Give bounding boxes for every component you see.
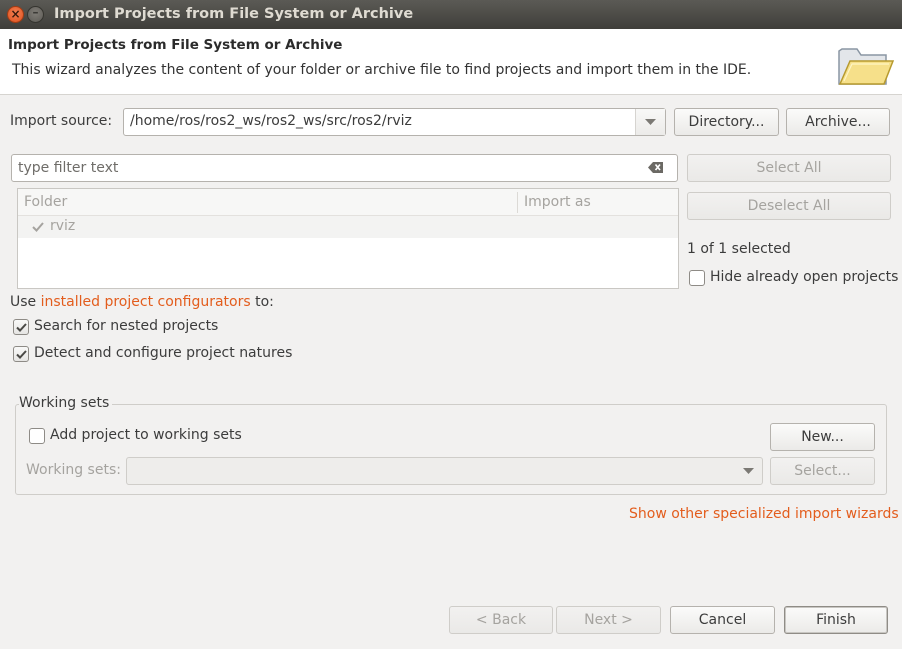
minimize-icon: – xyxy=(32,5,39,19)
wizard-title: Import Projects from File System or Arch… xyxy=(8,37,343,53)
close-window-button[interactable]: × xyxy=(7,6,24,23)
hide-open-projects-label[interactable]: Hide already open projects xyxy=(710,269,898,285)
chevron-down-icon xyxy=(743,468,754,474)
configurators-prefix: Use xyxy=(10,294,41,310)
cancel-button[interactable]: Cancel xyxy=(670,606,775,634)
next-button[interactable]: Next > xyxy=(556,606,661,634)
selected-count: 1 of 1 selected xyxy=(687,241,791,257)
wizard-description: This wizard analyzes the content of your… xyxy=(12,62,752,78)
import-source-label: Import source: xyxy=(10,113,113,129)
deselect-all-button[interactable]: Deselect All xyxy=(687,192,891,220)
select-all-button[interactable]: Select All xyxy=(687,154,891,182)
working-sets-combo[interactable] xyxy=(126,457,763,485)
minimize-window-button[interactable]: – xyxy=(27,5,44,23)
table-header: Folder Import as xyxy=(18,189,678,216)
row-folder-name: rviz xyxy=(50,218,76,234)
configurators-line: Use installed project configurators to: xyxy=(10,294,274,310)
title-bar: × – Import Projects from File System or … xyxy=(0,0,902,29)
new-working-set-button[interactable]: New... xyxy=(770,423,875,451)
search-nested-checkbox[interactable] xyxy=(13,319,29,335)
open-folder-icon xyxy=(838,48,894,85)
search-nested-label[interactable]: Search for nested projects xyxy=(34,318,218,334)
clear-filter-icon[interactable] xyxy=(648,161,664,174)
import-source-dropdown[interactable] xyxy=(635,109,665,135)
chevron-down-icon xyxy=(645,119,656,125)
select-working-sets-button[interactable]: Select... xyxy=(770,457,875,485)
hide-open-projects-checkbox[interactable] xyxy=(689,270,705,286)
add-to-working-sets-checkbox[interactable] xyxy=(29,428,45,444)
wizard-header: Import Projects from File System or Arch… xyxy=(0,29,902,95)
installed-configurators-link[interactable]: installed project configurators xyxy=(41,294,251,310)
directory-button[interactable]: Directory... xyxy=(674,108,779,136)
row-checkbox[interactable] xyxy=(31,220,45,234)
import-source-combo[interactable]: /home/ros/ros2_ws/ros2_ws/src/ros2/rviz xyxy=(123,108,666,136)
filter-field[interactable] xyxy=(11,154,678,182)
show-other-wizards-link[interactable]: Show other specialized import wizards xyxy=(629,506,899,522)
archive-button[interactable]: Archive... xyxy=(786,108,890,136)
table-row[interactable]: rviz xyxy=(18,216,678,238)
column-divider xyxy=(517,192,518,213)
working-sets-group-title: Working sets xyxy=(19,395,113,411)
checkmark-icon xyxy=(16,323,27,332)
working-sets-label: Working sets: xyxy=(26,462,121,478)
column-folder[interactable]: Folder xyxy=(24,194,67,210)
detect-natures-checkbox[interactable] xyxy=(13,346,29,362)
checkmark-icon xyxy=(16,350,27,359)
projects-table[interactable]: Folder Import as rviz xyxy=(17,188,679,289)
import-source-value: /home/ros/ros2_ws/ros2_ws/src/ros2/rviz xyxy=(130,113,412,129)
window-title: Import Projects from File System or Arch… xyxy=(54,6,414,22)
finish-button[interactable]: Finish xyxy=(784,606,888,634)
filter-input[interactable] xyxy=(18,158,638,178)
configurators-suffix: to: xyxy=(250,294,274,310)
detect-natures-label[interactable]: Detect and configure project natures xyxy=(34,345,292,361)
close-icon: × xyxy=(10,7,21,21)
add-to-working-sets-label[interactable]: Add project to working sets xyxy=(50,427,242,443)
back-button[interactable]: < Back xyxy=(449,606,553,634)
column-import-as[interactable]: Import as xyxy=(524,194,591,210)
